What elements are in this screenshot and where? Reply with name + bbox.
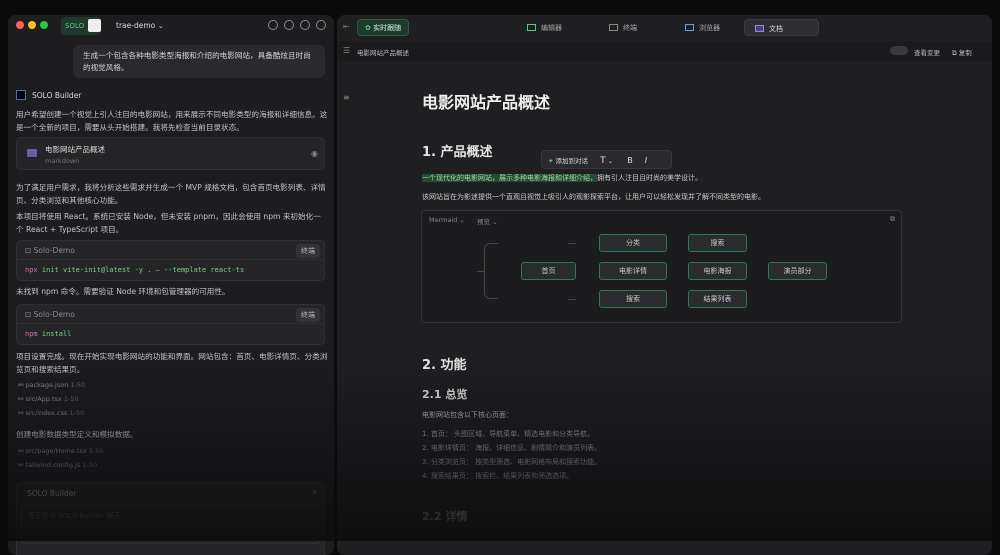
tab-editor[interactable]: 编辑器 <box>517 19 572 36</box>
section-heading: 1. 产品概述 <box>422 141 493 160</box>
terminal-icon: ⊡ <box>25 246 34 255</box>
command-line: npx init vite-init@latest -y . — --templ… <box>17 260 324 280</box>
solo-builder-icon <box>88 19 101 32</box>
follow-icon: ✿ <box>365 24 371 32</box>
maximize-window-button[interactable] <box>40 21 48 29</box>
diagram-node: 电影详情 <box>599 262 667 280</box>
language-selector[interactable]: Mermaid ⌄ <box>429 216 465 224</box>
diagram-node: 搜索 <box>688 234 747 252</box>
diagram-edge <box>484 243 498 299</box>
subsection-heading: 2.2 详情 <box>422 508 467 524</box>
selection-toolbar: ✦ 添加到对话 T ⌄ B I <box>541 150 672 169</box>
terminal-title: Solo-Demo <box>34 246 75 255</box>
follow-button[interactable]: ✿ 实时跟随 <box>357 19 409 36</box>
tab-document[interactable]: 文档 <box>744 19 819 36</box>
copy-icon[interactable]: ⧉ <box>890 215 895 224</box>
diagram-node: 演员部分 <box>768 262 827 280</box>
document-card[interactable]: 电影网站产品概述 markdown ◉ <box>16 137 325 170</box>
document-name: 电影网站产品概述 <box>357 47 409 57</box>
selected-text: 一个现代化的电影网站，展示多种电影海报和详细介绍， <box>422 174 597 182</box>
text-style-button[interactable]: T <box>600 156 606 166</box>
tab-terminal[interactable]: 终端 <box>599 19 647 36</box>
account-icon[interactable] <box>316 20 326 30</box>
agent-avatar-icon <box>16 90 26 100</box>
file-link[interactable]: ⚯ src/App.tsx 1-50 <box>18 395 79 403</box>
diagram-node: 分类 <box>599 234 667 252</box>
document-toolbar: ☰ 电影网站产品概述 查看变更 ⧉ 复制 <box>337 41 992 61</box>
input-agent-name: SOLO Builder <box>27 489 76 498</box>
project-selector[interactable]: trae-demo ⌄ <box>116 21 164 30</box>
mode-selector[interactable]: 预览 ⌄ <box>477 216 498 226</box>
collapse-icon[interactable]: ⇤ <box>343 22 350 31</box>
list-item: 2. 电影详情页： 海报、详细信息、剧情简介和演员列表。 <box>422 443 601 453</box>
paragraph: 电影网站包含以下核心页面： <box>422 410 513 420</box>
agent-message: 用户希望创建一个视觉上引人注目的电影网站，用来展示不同电影类型的海报和详细信息。… <box>16 108 328 134</box>
menu-icon[interactable]: ≡ <box>343 93 350 102</box>
italic-button[interactable]: I <box>645 156 647 165</box>
agent-message: 为了满足用户需求，我将分析这些需求并生成一个 MVP 规格文档，包含首页电影列表… <box>16 181 328 207</box>
history-icon[interactable] <box>284 20 294 30</box>
terminal-icon: ⊡ <box>25 310 34 319</box>
mermaid-block: Mermaid ⌄ 预览 ⌄ ⧉ 首页 分类 电影详情 搜索 搜索 电影海报 结… <box>421 210 902 323</box>
diagram-node: 首页 <box>521 262 576 280</box>
file-link[interactable]: ⚯ src/index.css 1-50 <box>18 409 84 417</box>
agent-message: 未找到 npm 命令。需要验证 Node 环境和包管理器的可用性。 <box>16 285 328 298</box>
view-changes-label: 查看变更 <box>914 47 940 57</box>
subsection-heading: 2.1 总览 <box>422 386 467 402</box>
settings-icon[interactable] <box>300 20 310 30</box>
document-title: 电影网站产品概述 <box>45 144 105 155</box>
close-window-button[interactable] <box>16 21 24 29</box>
chat-input-panel: SOLO Builder × 您正在与 SOLO Builder 聊天 <box>16 482 325 555</box>
agent-message: 本项目将使用 React。系统已安装 Node，但未安装 pnpm，因此会使用 … <box>16 210 328 236</box>
view-changes-toggle[interactable] <box>890 46 908 55</box>
document-panel: ⇤ ✿ 实时跟随 编辑器 终端 浏览器 文档 ☰ 电影网站产品概述 查看变更 ⧉… <box>337 15 992 555</box>
diagram-node: 电影海报 <box>688 262 747 280</box>
outline-icon[interactable]: ☰ <box>343 46 350 55</box>
terminal-title: Solo-Demo <box>34 310 75 319</box>
command-line: npm install <box>17 324 324 344</box>
add-to-chat-button[interactable]: ✦ 添加到对话 <box>548 157 588 165</box>
diagram-node: 搜索 <box>599 290 667 308</box>
file-link[interactable]: ⚯ package.json 1-50 <box>18 381 85 389</box>
file-link[interactable]: ⚯ src/page/Home.tsx 1-50 <box>18 447 104 455</box>
minimize-window-button[interactable] <box>28 21 36 29</box>
agent-message: 创建电影数据类型定义和模拟数据。 <box>16 428 328 441</box>
document-type: markdown <box>45 157 79 165</box>
bold-button[interactable]: B <box>627 156 633 165</box>
paragraph: 一个现代化的电影网站，展示多种电影海报和详细介绍，拥有引人注目且时尚的美学设计。 <box>422 173 702 183</box>
chat-input[interactable]: 您正在与 SOLO Builder 聊天 <box>21 504 320 544</box>
terminal-block: ⊡ Solo-Demo 终端 npx init vite-init@latest … <box>16 240 325 281</box>
tab-browser[interactable]: 浏览器 <box>675 19 730 36</box>
diagram-node: 结果列表 <box>688 290 747 308</box>
paragraph: 该网站旨在为影迷提供一个直观且视觉上吸引人的观影探索平台，让用户可以轻松发现并了… <box>422 192 765 202</box>
list-item: 3. 分类浏览页： 按类型筛选、电影网格布局和搜索功能。 <box>422 457 601 467</box>
open-terminal-button[interactable]: 终端 <box>296 308 320 322</box>
close-icon[interactable]: × <box>311 488 318 497</box>
open-terminal-button[interactable]: 终端 <box>296 244 320 258</box>
file-link[interactable]: ⚯ tailwind.config.js 1-50 <box>18 461 97 469</box>
document-icon <box>27 149 37 157</box>
section-heading: 2. 功能 <box>422 354 467 373</box>
project-name: trae-demo <box>116 21 155 30</box>
agent-message: 项目设置完成。现在开始实现电影网站的功能和界面。网站包含：首页、电影详情页、分类… <box>16 350 328 376</box>
user-message: 生成一个包含各种电影类型海报和介绍的电影网站，具备酷炫且时尚的视觉风格。 <box>73 45 325 78</box>
new-chat-icon[interactable] <box>268 20 278 30</box>
terminal-block: ⊡ Solo-Demo 终端 npm install <box>16 304 325 345</box>
chat-panel: SOLO trae-demo ⌄ 生成一个包含各种电影类型海报和介绍的电影网站，… <box>8 15 334 555</box>
list-item: 4. 搜索结果页： 搜索栏、结果列表和筛选选项。 <box>422 471 573 481</box>
agent-name: SOLO Builder <box>32 91 81 100</box>
eye-icon[interactable]: ◉ <box>311 149 318 158</box>
document-title: 电影网站产品概述 <box>422 89 550 113</box>
copy-button[interactable]: ⧉ 复制 <box>952 47 972 58</box>
list-item: 1. 首页： 头图区域、导航菜单、精选电影和分类导航。 <box>422 429 594 439</box>
